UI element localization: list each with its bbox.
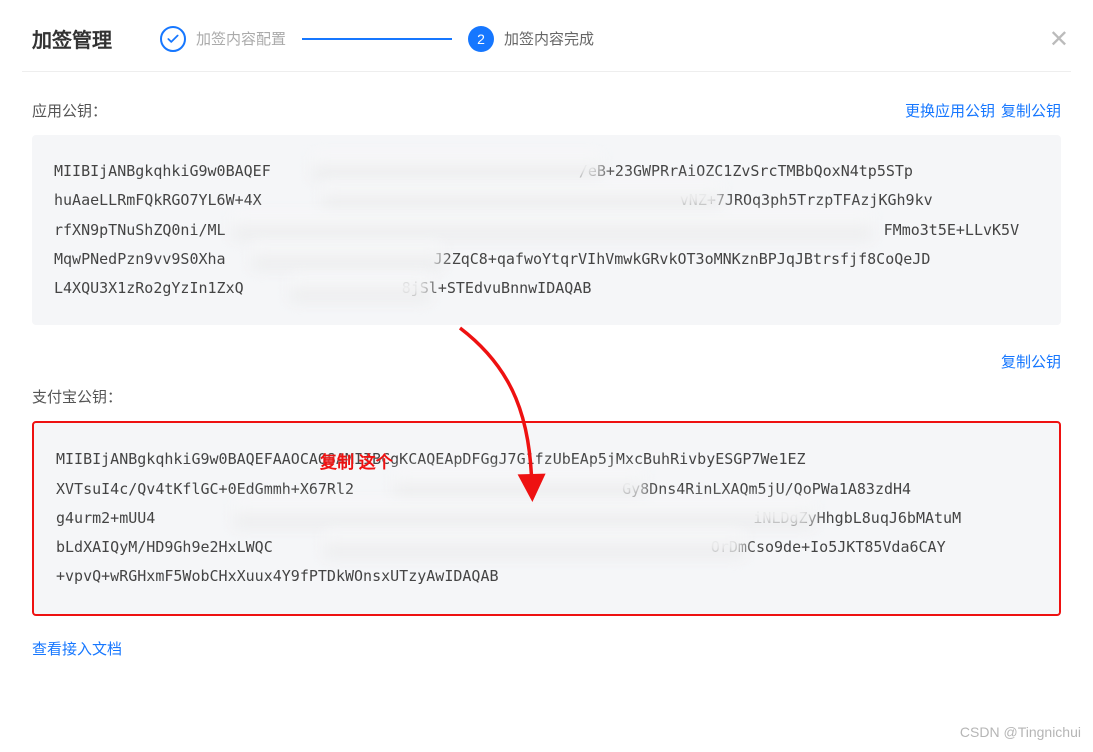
key-text: rfXN9pTNuShZQ0ni/ML (54, 221, 226, 239)
change-app-key-link[interactable]: 更换应用公钥 (905, 100, 995, 121)
key-text: MqwPNedPzn9vv9S0Xha (54, 250, 226, 268)
key-text: huAaeLLRmFQkRGO7YL6W+4X (54, 191, 262, 209)
redaction-blur (232, 213, 872, 239)
modal-header: 加签管理 加签内容配置 2 加签内容完成 ✕ (22, 0, 1071, 72)
redaction-blur (234, 501, 814, 527)
step-connector (302, 38, 452, 40)
modal-title: 加签管理 (32, 24, 112, 53)
app-key-box: MIIBIjANBgkqhkiG9w0BAQEF /eB+23GWPRrAiOZ… (32, 135, 1061, 325)
close-icon[interactable]: ✕ (1049, 28, 1069, 52)
app-key-header: 应用公钥： 更换应用公钥 复制公钥 (32, 100, 1061, 121)
watermark: CSDN @Tingnichui (960, 724, 1081, 740)
key-text: g4urm2+mUU4 (56, 509, 155, 527)
key-text: +vpvQ+wRGHxmF5WobCHxXuux4Y9fPTDkWOnsxUTz… (56, 567, 499, 585)
step-indicator: 加签内容配置 2 加签内容完成 (160, 26, 594, 52)
redaction-blur (324, 531, 744, 557)
modal-content: 应用公钥： 更换应用公钥 复制公钥 MIIBIjANBgkqhkiG9w0BAQ… (22, 72, 1071, 659)
step-1-label: 加签内容配置 (196, 28, 286, 49)
key-text: MIIBIjANBgkqhkiG9w0BAQEFAAOCAQ8AMIIBCgKC… (56, 450, 806, 468)
key-text: OrDmCso9de+Io5JKT85Vda6CAY (711, 538, 946, 556)
key-text: XVTsuI4c/Qv4tKflGC+0EdGmmh+X67Rl2 (56, 480, 354, 498)
key-text: J2ZqC8+qafwoYtqrVIhVmwkGRvkOT3oMNKznBPJq… (434, 250, 931, 268)
redaction-blur (290, 275, 430, 301)
step-2: 2 加签内容完成 (468, 26, 594, 52)
alipay-key-label: 支付宝公钥： (32, 386, 1061, 407)
key-text: 8jSl+STEdvuBnnwIDAQAB (402, 279, 592, 297)
signing-management-modal: 加签管理 加签内容配置 2 加签内容完成 ✕ 应用公钥： 更换应用公钥 复制公钥 (0, 0, 1093, 752)
alipay-key-header: 支付宝公钥： (32, 386, 1061, 407)
app-key-label: 应用公钥： (32, 100, 905, 121)
redaction-blur (322, 183, 722, 209)
key-text: Gy8Dns4RinLXAQm5jU/QoPWa1A83zdH4 (622, 480, 911, 498)
copy-app-key-link[interactable]: 复制公钥 (1001, 100, 1061, 121)
step-2-number: 2 (468, 26, 494, 52)
redaction-blur (394, 471, 644, 497)
key-text: /eB+23GWPRrAiOZC1ZvSrcTMBbQoxN4tp5STp (579, 162, 913, 180)
key-text: bLdXAIQyM/HD9Gh9e2HxLWQC (56, 538, 273, 556)
key-text: MIIBIjANBgkqhkiG9w0BAQEF (54, 162, 271, 180)
check-icon (160, 26, 186, 52)
docs-link[interactable]: 查看接入文档 (32, 641, 122, 658)
step-2-label: 加签内容完成 (504, 28, 594, 49)
redaction-blur (252, 243, 442, 269)
alipay-key-box: MIIBIjANBgkqhkiG9w0BAQEFAAOCAQ8AMIIBCgKC… (32, 421, 1061, 615)
step-1: 加签内容配置 (160, 26, 286, 52)
redaction-blur (312, 153, 602, 179)
key-text: L4XQU3X1zRo2gYzIn1ZxQ (54, 279, 244, 297)
copy-key-link[interactable]: 复制公钥 (1001, 351, 1061, 372)
key-text: FMmo3t5E+LLvK5V (884, 221, 1019, 239)
